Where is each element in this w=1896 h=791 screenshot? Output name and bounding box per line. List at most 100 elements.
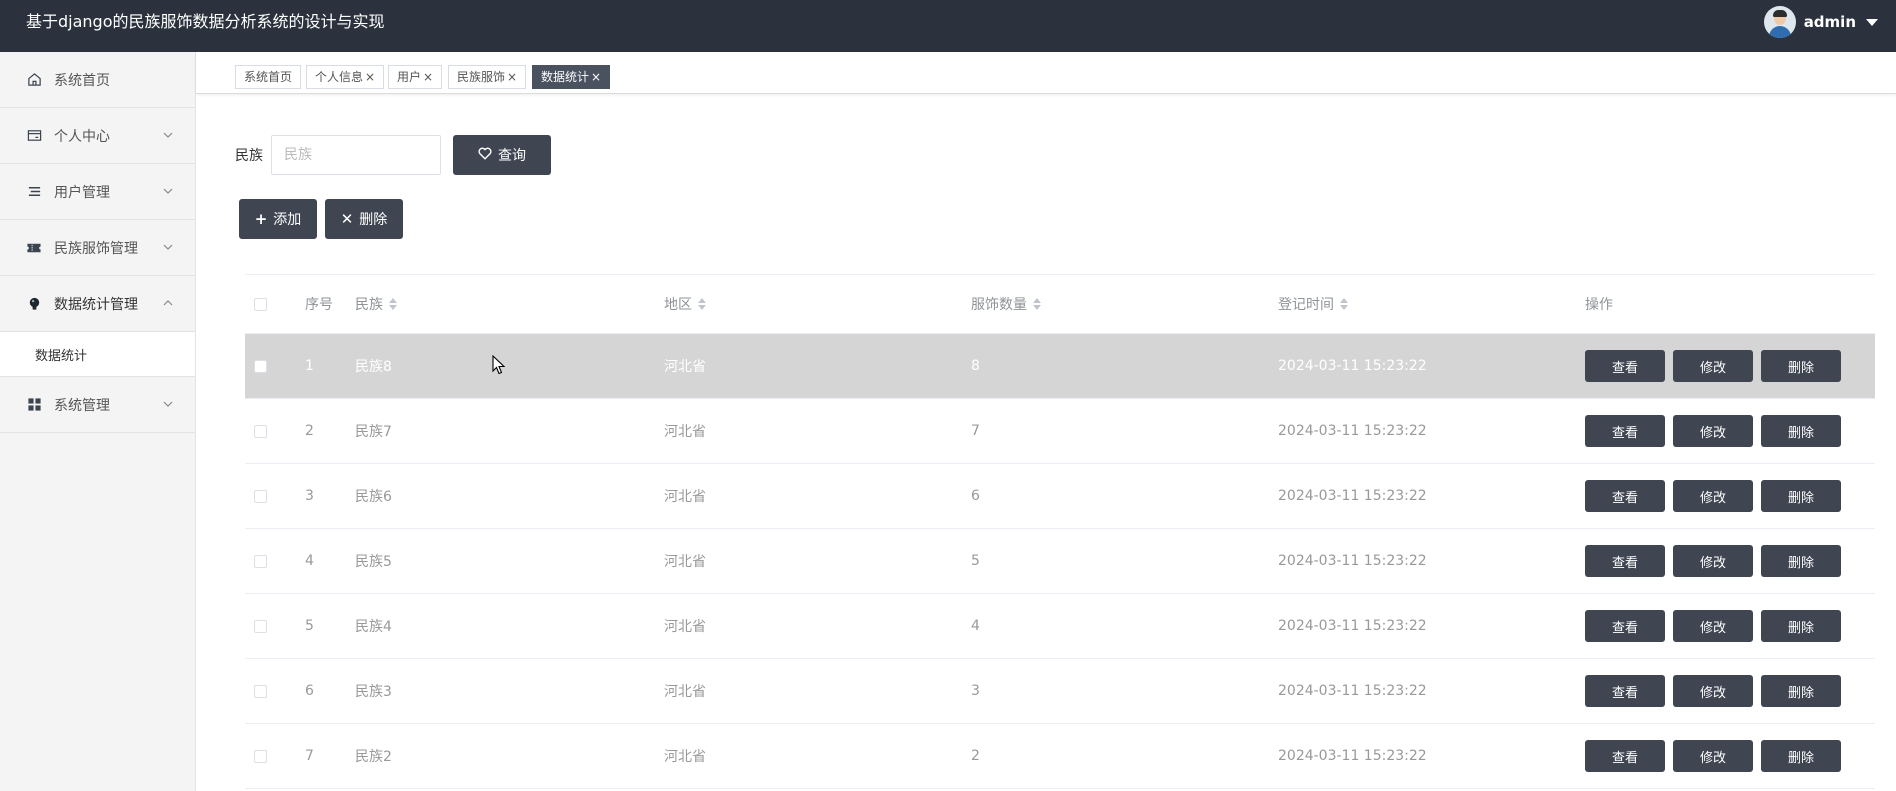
edit-button[interactable]: 修改	[1673, 545, 1753, 577]
cell-index: 1	[305, 358, 314, 374]
cell-region: 河北省	[664, 489, 706, 505]
tab-costume[interactable]: 民族服饰 ×	[448, 65, 527, 89]
row-delete-button[interactable]: 删除	[1761, 740, 1841, 772]
search-bar: 民族	[235, 135, 441, 175]
cell-time: 2024-03-11 15:23:22	[1278, 683, 1427, 699]
cell-index: 3	[305, 488, 314, 504]
header-index: 序号	[305, 297, 333, 313]
query-button[interactable]: 查询	[453, 135, 551, 175]
header-region[interactable]: 地区	[664, 275, 706, 333]
avatar[interactable]	[1763, 6, 1796, 38]
table-row[interactable]: 7 民族2 河北省 2 2024-03-11 15:23:22 查看 修改 删除	[245, 724, 1875, 789]
table-row[interactable]: 1 民族8 河北省 8 2024-03-11 15:23:22 查看 修改 删除	[245, 334, 1875, 399]
row-checkbox[interactable]	[254, 489, 267, 503]
sidebar-item-users[interactable]: 用户管理	[0, 164, 195, 220]
sidebar-item-label: 民族服饰管理	[54, 240, 138, 257]
view-button[interactable]: 查看	[1585, 415, 1665, 447]
tab-profile[interactable]: 个人信息 ×	[306, 65, 385, 89]
header-count[interactable]: 服饰数量	[971, 275, 1041, 333]
row-checkbox[interactable]	[254, 749, 267, 763]
sidebar-subitem-label: 数据统计	[35, 348, 88, 364]
row-checkbox[interactable]	[254, 424, 267, 438]
cell-time: 2024-03-11 15:23:22	[1278, 553, 1427, 569]
edit-button[interactable]: 修改	[1673, 740, 1753, 772]
cell-count: 5	[971, 553, 980, 569]
sort-icon[interactable]	[1033, 298, 1041, 310]
close-icon[interactable]: ×	[591, 70, 601, 84]
view-button[interactable]: 查看	[1585, 740, 1665, 772]
sidebar-item-system[interactable]: 系统管理	[0, 377, 195, 433]
cell-name: 民族6	[355, 489, 392, 505]
cell-index: 6	[305, 683, 314, 699]
add-button[interactable]: + 添加	[239, 199, 317, 239]
tab-users[interactable]: 用户 ×	[388, 65, 443, 89]
sort-icon[interactable]	[389, 298, 397, 310]
table-row[interactable]: 6 民族3 河北省 3 2024-03-11 15:23:22 查看 修改 删除	[245, 659, 1875, 724]
view-button[interactable]: 查看	[1585, 545, 1665, 577]
edit-button[interactable]: 修改	[1673, 415, 1753, 447]
row-delete-button[interactable]: 删除	[1761, 675, 1841, 707]
user-menu[interactable]: admin	[1763, 6, 1878, 38]
table-row[interactable]: 2 民族7 河北省 7 2024-03-11 15:23:22 查看 修改 删除	[245, 399, 1875, 464]
sidebar-item-label: 用户管理	[54, 184, 110, 201]
sidebar-item-costume[interactable]: 民族服饰管理	[0, 220, 195, 276]
cell-name: 民族3	[355, 684, 392, 700]
row-checkbox[interactable]	[254, 619, 267, 633]
header-time[interactable]: 登记时间	[1278, 275, 1348, 333]
close-icon: ✕	[340, 210, 354, 228]
home-icon	[26, 72, 42, 88]
cell-ops: 查看 修改 删除	[1585, 334, 1849, 398]
user-name[interactable]: admin	[1804, 13, 1856, 31]
view-button[interactable]: 查看	[1585, 675, 1665, 707]
data-table: 序号 民族 地区 服饰数量 登记时间 操作 1 民族8 河北省 8 2024-03-11…	[245, 274, 1875, 789]
view-button[interactable]: 查看	[1585, 480, 1665, 512]
sidebar-item-stats[interactable]: 数据统计管理	[0, 276, 195, 332]
row-delete-button[interactable]: 删除	[1761, 350, 1841, 382]
mouse-cursor-icon	[492, 354, 506, 379]
row-checkbox[interactable]	[254, 554, 267, 568]
cell-count: 4	[971, 618, 980, 634]
row-checkbox[interactable]	[254, 684, 267, 698]
ticket-icon	[26, 240, 42, 256]
select-all-checkbox[interactable]	[254, 297, 267, 311]
cell-ops: 查看 修改 删除	[1585, 594, 1849, 658]
sort-icon[interactable]	[698, 298, 706, 310]
cell-time: 2024-03-11 15:23:22	[1278, 748, 1427, 764]
row-delete-button[interactable]: 删除	[1761, 610, 1841, 642]
delete-button[interactable]: ✕ 删除	[325, 199, 403, 239]
row-delete-button[interactable]: 删除	[1761, 415, 1841, 447]
sidebar-item-label: 数据统计管理	[54, 296, 138, 313]
close-icon[interactable]: ×	[365, 70, 375, 84]
table-row[interactable]: 3 民族6 河北省 6 2024-03-11 15:23:22 查看 修改 删除	[245, 464, 1875, 529]
cell-region: 河北省	[664, 359, 706, 375]
table-header: 序号 民族 地区 服饰数量 登记时间 操作	[245, 274, 1875, 334]
view-button[interactable]: 查看	[1585, 610, 1665, 642]
close-icon[interactable]: ×	[423, 70, 433, 84]
cell-index: 5	[305, 618, 314, 634]
view-button[interactable]: 查看	[1585, 350, 1665, 382]
sort-icon[interactable]	[1340, 298, 1348, 310]
row-delete-button[interactable]: 删除	[1761, 545, 1841, 577]
close-icon[interactable]: ×	[507, 70, 517, 84]
cell-count: 3	[971, 683, 980, 699]
cell-count: 7	[971, 423, 980, 439]
edit-button[interactable]: 修改	[1673, 350, 1753, 382]
table-row[interactable]: 4 民族5 河北省 5 2024-03-11 15:23:22 查看 修改 删除	[245, 529, 1875, 594]
tab-stats[interactable]: 数据统计 ×	[532, 65, 611, 89]
cell-region: 河北省	[664, 554, 706, 570]
sidebar-item-home[interactable]: 系统首页	[0, 52, 195, 108]
header-name[interactable]: 民族	[355, 275, 397, 333]
edit-button[interactable]: 修改	[1673, 480, 1753, 512]
cell-region: 河北省	[664, 424, 706, 440]
row-checkbox[interactable]	[254, 359, 267, 373]
sidebar-item-personal[interactable]: 个人中心	[0, 108, 195, 164]
edit-button[interactable]: 修改	[1673, 610, 1753, 642]
search-input[interactable]	[271, 135, 441, 175]
cell-region: 河北省	[664, 684, 706, 700]
caret-down-icon[interactable]	[1866, 18, 1878, 26]
sidebar-subitem-stats[interactable]: 数据统计	[0, 332, 195, 377]
row-delete-button[interactable]: 删除	[1761, 480, 1841, 512]
table-row[interactable]: 5 民族4 河北省 4 2024-03-11 15:23:22 查看 修改 删除	[245, 594, 1875, 659]
edit-button[interactable]: 修改	[1673, 675, 1753, 707]
tab-home[interactable]: 系统首页	[235, 65, 302, 89]
